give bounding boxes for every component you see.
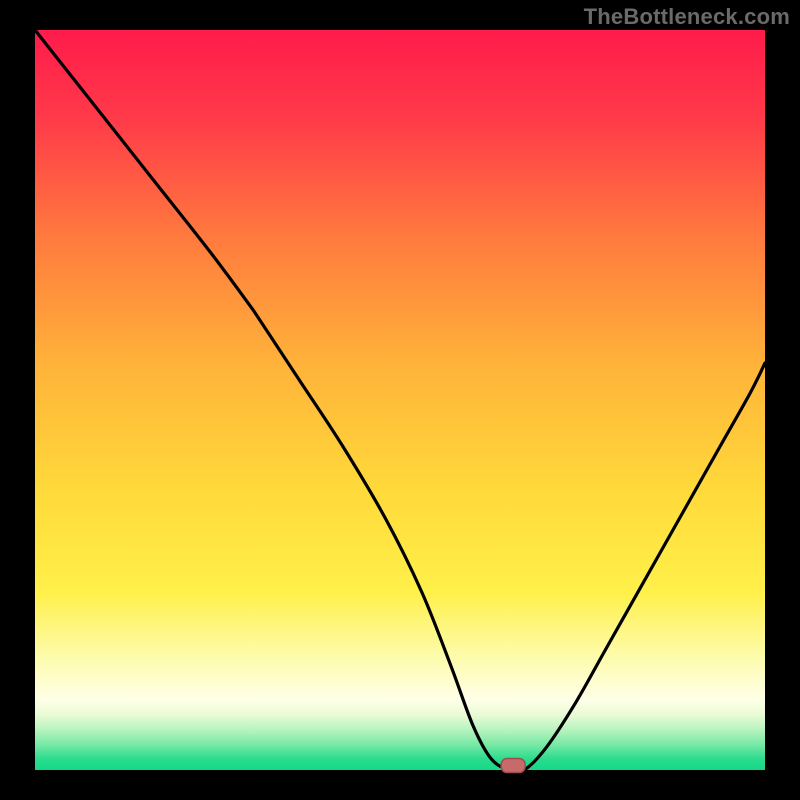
chart-frame: TheBottleneck.com (0, 0, 800, 800)
plot-background (35, 30, 765, 770)
optimum-marker (501, 759, 525, 773)
bottleneck-chart (0, 0, 800, 800)
attribution-label: TheBottleneck.com (584, 4, 790, 30)
